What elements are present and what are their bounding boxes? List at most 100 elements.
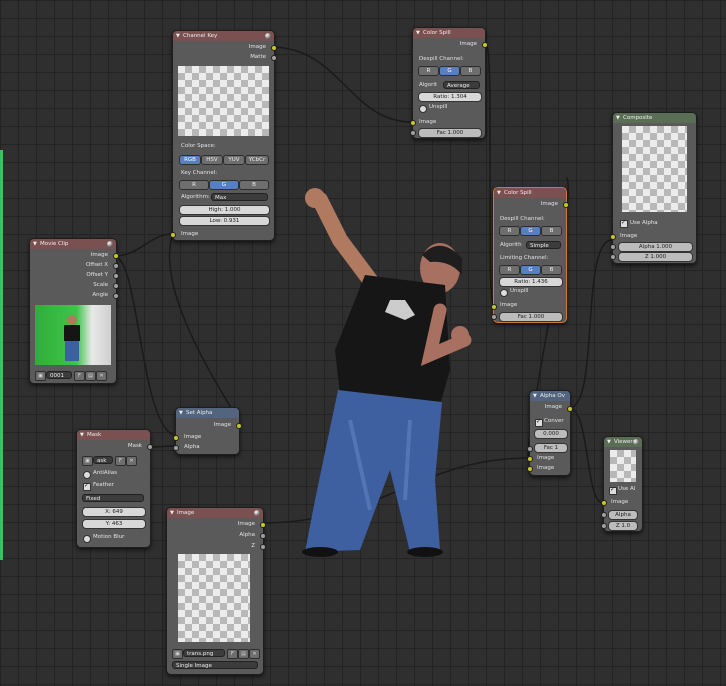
output-image-socket[interactable] [563, 202, 569, 208]
key-channel-b-button[interactable]: B [239, 180, 269, 190]
collapse-triangle-icon[interactable]: ▼ [33, 239, 37, 249]
image-unlink-icon[interactable]: ✕ [249, 649, 260, 659]
output-matte-socket[interactable] [271, 55, 277, 61]
preview-sphere-icon[interactable] [633, 439, 639, 445]
mask-node[interactable]: ▼ Mask Mask ▣ ask F ✕ AntiAlias Feather … [76, 429, 153, 548]
input-fac-socket[interactable] [491, 314, 497, 320]
input-image-socket-2[interactable] [527, 466, 533, 472]
unspill-radio[interactable] [500, 289, 508, 297]
use-alpha-checkbox[interactable] [609, 486, 617, 495]
despill-b-button[interactable]: B [541, 226, 562, 236]
preview-sphere-icon[interactable] [265, 33, 271, 39]
despill-r-button[interactable]: R [418, 66, 439, 76]
clip-fake-user-icon[interactable]: F [74, 371, 85, 381]
fac-field[interactable]: Fac 1 [534, 443, 568, 453]
mask-fake-user-icon[interactable]: F [115, 456, 126, 466]
composite-node[interactable]: ▼ Composite Use Alpha Image Alpha 1.000 … [610, 112, 697, 264]
limit-b-button[interactable]: B [541, 265, 562, 275]
clip-open-icon[interactable]: ▤ [85, 371, 96, 381]
node-editor-canvas[interactable]: ▼ Channel Key Image Matte Color Space: R… [0, 0, 726, 686]
output-image-socket[interactable] [113, 253, 119, 259]
feather-checkbox[interactable] [83, 482, 91, 491]
key-channel-g-button[interactable]: G [209, 180, 239, 190]
despill-b-button[interactable]: B [460, 66, 481, 76]
fac-field[interactable]: Fac 1.000 [418, 128, 482, 138]
preview-sphere-icon[interactable] [107, 241, 113, 247]
input-z-socket[interactable] [610, 254, 616, 260]
channel-key-header[interactable]: ▼ Channel Key [173, 31, 274, 41]
input-alpha-socket[interactable] [601, 512, 607, 518]
clip-browse-icon[interactable]: ▣ [35, 371, 46, 381]
alpha-over-node[interactable]: ▼ Alpha Ov Image Conver 0.000 Fac 1 Imag… [527, 390, 573, 476]
input-image-socket[interactable] [491, 304, 497, 310]
image-node[interactable]: ▼ Image Image Alpha Z ▣ trans.png F ▤ ✕ … [166, 507, 266, 675]
convert-premul-checkbox[interactable] [535, 418, 543, 427]
despill-g-button[interactable]: G [520, 226, 541, 236]
size-y-field[interactable]: Y: 463 [82, 519, 146, 529]
output-image-socket[interactable] [260, 522, 266, 528]
color-space-ycbcr-button[interactable]: YCbCr [245, 155, 269, 165]
limit-g-button[interactable]: G [520, 265, 541, 275]
key-channel-r-button[interactable]: R [179, 180, 209, 190]
algorithm-dropdown[interactable]: Simple [526, 241, 561, 249]
set-alpha-node[interactable]: ▼ Set Alpha Image Image Alpha [173, 407, 242, 455]
input-image-socket[interactable] [601, 500, 607, 506]
despill-r-button[interactable]: R [499, 226, 520, 236]
algorithm-dropdown[interactable]: Average [443, 81, 480, 89]
collapse-triangle-icon[interactable]: ▼ [179, 408, 183, 418]
mask-header[interactable]: ▼ Mask [77, 430, 150, 440]
use-alpha-checkbox[interactable] [620, 219, 628, 228]
z-field[interactable]: Z 1.000 [618, 252, 693, 262]
output-angle-socket[interactable] [113, 293, 119, 299]
alpha-field[interactable]: Alpha 1.000 [618, 242, 693, 252]
motion-blur-checkbox[interactable] [83, 535, 91, 543]
color-space-hsv-button[interactable]: HSV [201, 155, 223, 165]
image-source-dropdown[interactable]: Single Image [172, 661, 258, 669]
image-name-field[interactable]: trans.png [183, 649, 225, 657]
collapse-triangle-icon[interactable]: ▼ [497, 188, 501, 198]
input-z-socket[interactable] [601, 523, 607, 529]
output-mask-socket[interactable] [147, 444, 153, 450]
channel-key-node[interactable]: ▼ Channel Key Image Matte Color Space: R… [170, 30, 277, 241]
color-space-rgb-button[interactable]: RGB [179, 155, 201, 165]
input-image-socket[interactable] [170, 232, 176, 238]
despill-g-button[interactable]: G [439, 66, 460, 76]
collapse-triangle-icon[interactable]: ▼ [80, 430, 84, 440]
mask-name-field[interactable]: ask [93, 456, 113, 464]
ratio-slider[interactable]: Ratio: 1.436 [499, 277, 563, 287]
output-scale-socket[interactable] [113, 283, 119, 289]
image-fake-user-icon[interactable]: F [227, 649, 238, 659]
output-image-socket[interactable] [271, 45, 277, 51]
composite-header[interactable]: ▼ Composite [613, 113, 696, 123]
color-spill-2-header[interactable]: ▼ Color Spill [494, 188, 566, 198]
output-image-socket[interactable] [567, 406, 573, 412]
color-spill-1-header[interactable]: ▼ Color Spill [413, 28, 485, 38]
collapse-triangle-icon[interactable]: ▼ [176, 31, 180, 41]
movie-clip-header[interactable]: ▼ Movie Clip [30, 239, 116, 249]
output-alpha-socket[interactable] [260, 533, 266, 539]
ratio-slider[interactable]: Ratio: 1.304 [418, 92, 482, 102]
preview-sphere-icon[interactable] [254, 510, 260, 516]
unspill-radio[interactable] [419, 105, 427, 113]
fac-field[interactable]: Fac 1.000 [499, 312, 563, 322]
low-slider[interactable]: Low: 0.931 [179, 216, 270, 226]
input-fac-socket[interactable] [410, 130, 416, 136]
movie-clip-node[interactable]: ▼ Movie Clip Image Offset X Offset Y Sca… [29, 238, 119, 384]
clip-unlink-icon[interactable]: ✕ [96, 371, 107, 381]
output-offset-y-socket[interactable] [113, 273, 119, 279]
high-slider[interactable]: High: 1.000 [179, 205, 270, 215]
collapse-triangle-icon[interactable]: ▼ [170, 508, 174, 518]
output-image-socket[interactable] [236, 423, 242, 429]
set-alpha-header[interactable]: ▼ Set Alpha [176, 408, 239, 418]
color-space-yuv-button[interactable]: YUV [223, 155, 245, 165]
mask-browse-icon[interactable]: ▣ [82, 456, 93, 466]
input-alpha-socket[interactable] [173, 445, 179, 451]
output-z-socket[interactable] [260, 544, 266, 550]
collapse-triangle-icon[interactable]: ▼ [416, 28, 420, 38]
input-image-socket[interactable] [410, 120, 416, 126]
alpha-over-header[interactable]: ▼ Alpha Ov [530, 391, 570, 401]
size-source-dropdown[interactable]: Fixed [82, 494, 144, 502]
input-fac-socket[interactable] [527, 446, 533, 452]
z-field[interactable]: Z 1.0 [608, 521, 638, 531]
image-open-icon[interactable]: ▤ [238, 649, 249, 659]
